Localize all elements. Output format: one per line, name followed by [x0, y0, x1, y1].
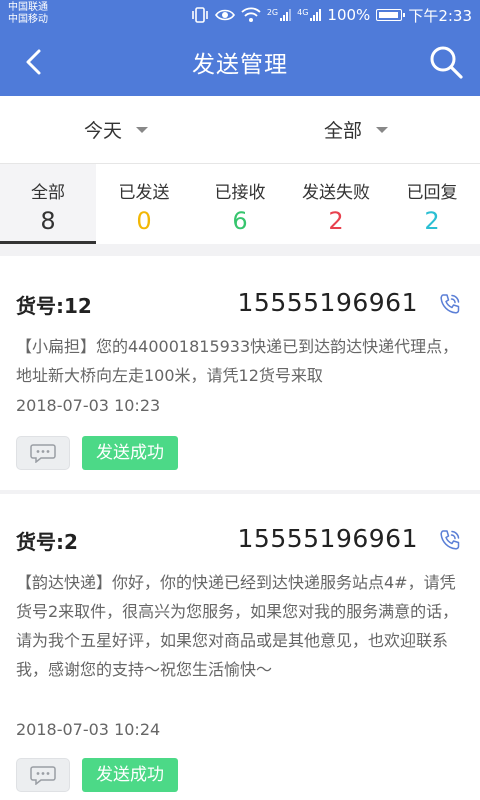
tab-label: 已回复 — [406, 183, 458, 203]
tab-replied[interactable]: 已回复 2 — [384, 164, 480, 244]
search-icon[interactable] — [428, 44, 464, 80]
tab-count: 2 — [328, 207, 344, 235]
battery-icon — [376, 9, 406, 21]
tab-count: 2 — [424, 207, 440, 235]
carrier-1: 中国联通 — [8, 2, 48, 13]
goods-number: 货号:2 — [16, 530, 78, 554]
status-tabs: 全部 8 已发送 0 已接收 6 发送失败 2 已回复 2 — [0, 164, 480, 244]
network-type-2: 4G — [297, 8, 309, 17]
message-content: 【韵达快递】你好，你的快递已经到达快递服务站点4#，请凭货号2来取件，很高兴为您… — [16, 573, 459, 679]
signal-bars-2-icon — [310, 9, 322, 21]
tab-label: 发送失败 — [302, 183, 370, 203]
wifi-icon — [241, 7, 261, 22]
chat-reply-button[interactable] — [16, 758, 70, 792]
filter-bar: 今天 全部 — [0, 96, 480, 164]
tab-sent[interactable]: 已发送 0 — [96, 164, 192, 244]
status-badge: 发送成功 — [82, 436, 178, 470]
status-icons: 2G 4G 100% 下午2:33 — [191, 5, 472, 25]
status-filter-dropdown[interactable]: 全部 — [324, 116, 389, 143]
signal-bars-1-icon — [280, 9, 292, 21]
phone-call-icon[interactable] — [438, 292, 462, 316]
message-card[interactable]: 货号:2 15555196961 【韵达快递】你好，你的快递已经到达快递服务站点… — [0, 494, 480, 800]
message-time: 2018-07-03 10:23 — [16, 396, 161, 415]
signal-1: 2G — [266, 8, 292, 21]
message-time: 2018-07-03 10:24 — [16, 720, 161, 739]
message-content: 【小扁担】您的440001815933快递已到达韵达快递代理点，地址新大桥向左走… — [16, 337, 459, 385]
chat-bubble-icon — [30, 444, 56, 463]
tab-count: 0 — [136, 207, 152, 235]
phone-number: 15555196961 — [237, 524, 418, 553]
carrier-names: 中国联通 中国移动 — [8, 2, 48, 26]
status-filter-label: 全部 — [324, 120, 363, 142]
tab-label: 已接收 — [214, 183, 266, 203]
date-filter-label: 今天 — [84, 120, 123, 142]
signal-2: 4G — [297, 8, 322, 21]
eye-icon — [214, 9, 235, 21]
chat-bubble-icon — [30, 766, 56, 785]
caret-down-icon — [136, 126, 149, 133]
clock: 下午2:33 — [408, 6, 472, 25]
tab-count: 6 — [232, 207, 248, 235]
message-card[interactable]: 货号:12 15555196961 【小扁担】您的440001815933快递已… — [0, 256, 480, 490]
status-bar: 中国联通 中国移动 2G 4G 100% 下午2:33 — [0, 0, 480, 30]
caret-down-icon — [376, 126, 389, 133]
status-badge: 发送成功 — [82, 758, 178, 792]
phone-call-icon[interactable] — [438, 528, 462, 552]
carrier-2: 中国移动 — [8, 14, 48, 25]
tab-label: 全部 — [31, 183, 65, 203]
tab-count: 8 — [40, 207, 56, 235]
app-header: 发送管理 — [0, 30, 480, 96]
tab-received[interactable]: 已接收 6 — [192, 164, 288, 244]
tab-all[interactable]: 全部 8 — [0, 164, 96, 244]
network-type-1: 2G — [266, 8, 279, 17]
chat-reply-button[interactable] — [16, 436, 70, 470]
battery-percent: 100% — [327, 6, 371, 24]
phone-number: 15555196961 — [237, 288, 418, 317]
tab-label: 已发送 — [118, 183, 170, 203]
goods-number: 货号:12 — [16, 294, 92, 318]
section-divider — [0, 244, 480, 256]
vibrate-icon — [192, 7, 208, 23]
date-filter-dropdown[interactable]: 今天 — [84, 116, 149, 143]
tab-failed[interactable]: 发送失败 2 — [288, 164, 384, 244]
page-title: 发送管理 — [192, 52, 288, 78]
